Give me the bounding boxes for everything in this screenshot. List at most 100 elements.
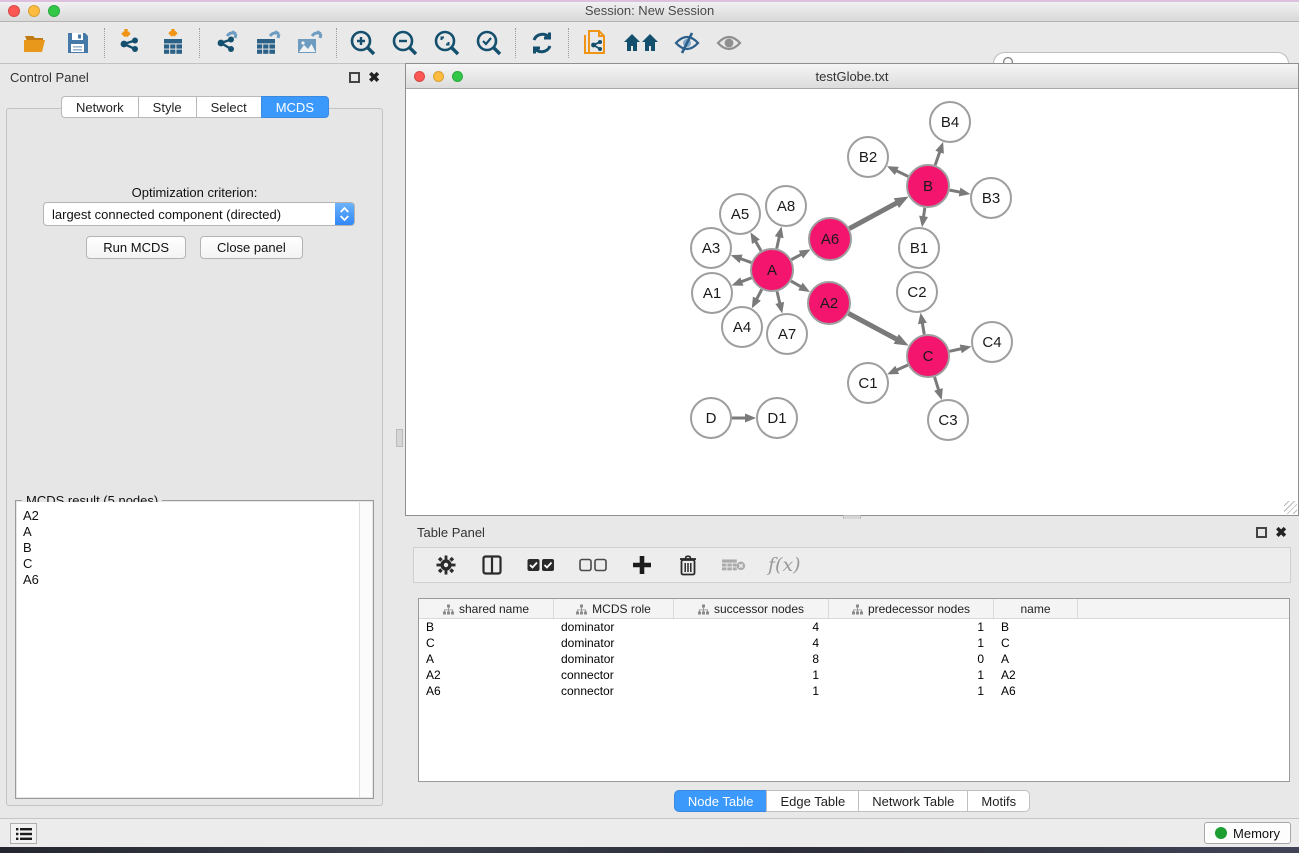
column-header-name[interactable]: name [994, 599, 1078, 619]
cell-MCDS-role[interactable]: dominator [554, 620, 674, 634]
cell-successor-nodes[interactable]: 4 [674, 636, 829, 650]
graph-node-D1[interactable]: D1 [757, 398, 797, 438]
export-network-icon[interactable] [212, 29, 240, 57]
graph-node-B[interactable]: B [907, 165, 949, 207]
edge-C-C3[interactable] [935, 377, 939, 390]
edge-C-C2[interactable] [922, 323, 924, 335]
table-row[interactable]: Cdominator41C [419, 635, 1289, 651]
node-table[interactable]: shared nameMCDS rolesuccessor nodesprede… [418, 598, 1290, 782]
cell-shared-name[interactable]: B [419, 620, 554, 634]
graph-node-C1[interactable]: C1 [848, 363, 888, 403]
edge-A-A2[interactable] [791, 281, 801, 287]
tab-node-table[interactable]: Node Table [674, 790, 767, 812]
result-item[interactable]: A [23, 524, 372, 540]
window-resize-grip[interactable] [1284, 501, 1297, 514]
network-window-titlebar[interactable]: testGlobe.txt [406, 64, 1298, 89]
delete-table-icon[interactable] [722, 553, 746, 577]
graph-node-A2[interactable]: A2 [808, 282, 850, 324]
edge-A-A5[interactable] [755, 241, 761, 251]
tab-style[interactable]: Style [138, 96, 196, 118]
tab-motifs[interactable]: Motifs [967, 790, 1030, 812]
minimize-window-button[interactable] [28, 5, 40, 17]
column-header-predecessor-nodes[interactable]: predecessor nodes [829, 599, 994, 619]
cell-name[interactable]: C [994, 636, 1078, 650]
result-item[interactable]: C [23, 556, 372, 572]
edge-A-A8[interactable] [777, 236, 780, 248]
edge-A6-B[interactable] [849, 203, 897, 229]
zoom-out-icon[interactable] [391, 29, 419, 57]
import-table-icon[interactable] [159, 29, 187, 57]
network-window-controls[interactable] [414, 71, 463, 82]
zoom-selected-icon[interactable] [475, 29, 503, 57]
table-row[interactable]: A6connector11A6 [419, 683, 1289, 699]
open-session-icon[interactable] [22, 29, 50, 57]
network-graph[interactable]: B4B2BB3A8A5A6A3B1AA1C2A2A4A7C4CC1C3DD1 [407, 90, 1299, 516]
graph-node-B3[interactable]: B3 [971, 178, 1011, 218]
table-row[interactable]: Bdominator41B [419, 619, 1289, 635]
edge-A2-C[interactable] [848, 313, 897, 339]
graph-node-C3[interactable]: C3 [928, 400, 968, 440]
cell-predecessor-nodes[interactable]: 1 [829, 620, 994, 634]
table-row[interactable]: A2connector11A2 [419, 667, 1289, 683]
network-minimize-button[interactable] [433, 71, 444, 82]
import-network-icon[interactable] [117, 29, 145, 57]
graph-node-B1[interactable]: B1 [899, 228, 939, 268]
tab-mcds[interactable]: MCDS [261, 96, 329, 118]
refresh-icon[interactable] [528, 29, 556, 57]
cell-predecessor-nodes[interactable]: 1 [829, 636, 994, 650]
graph-node-B4[interactable]: B4 [930, 102, 970, 142]
run-mcds-button[interactable]: Run MCDS [86, 236, 186, 259]
cell-name[interactable]: B [994, 620, 1078, 634]
graph-node-A5[interactable]: A5 [720, 194, 760, 234]
graph-node-A1[interactable]: A1 [692, 273, 732, 313]
result-item[interactable]: B [23, 540, 372, 556]
close-panel-icon[interactable]: ✖ [368, 72, 380, 83]
edge-A-A1[interactable] [741, 278, 752, 282]
graph-node-A4[interactable]: A4 [722, 307, 762, 347]
cell-MCDS-role[interactable]: connector [554, 668, 674, 682]
column-header-successor-nodes[interactable]: successor nodes [674, 599, 829, 619]
columns-icon[interactable] [480, 553, 504, 577]
optimization-criterion-dropdown[interactable]: largest connected component (directed) [43, 202, 355, 226]
cell-predecessor-nodes[interactable]: 1 [829, 684, 994, 698]
cell-shared-name[interactable]: A2 [419, 668, 554, 682]
graph-node-A[interactable]: A [751, 249, 793, 291]
edge-B-B2[interactable] [896, 170, 908, 176]
function-icon[interactable]: f(x) [768, 554, 801, 576]
edge-A-A7[interactable] [777, 291, 780, 303]
show-eye-icon[interactable] [715, 29, 743, 57]
export-table-icon[interactable] [254, 29, 282, 57]
edge-C-C1[interactable] [896, 365, 908, 370]
unchecked-boxes-icon[interactable] [578, 553, 608, 577]
hide-eye-icon[interactable] [673, 29, 701, 57]
column-header-shared-name[interactable]: shared name [419, 599, 554, 619]
task-history-button[interactable] [10, 823, 37, 844]
cell-MCDS-role[interactable]: connector [554, 684, 674, 698]
graph-node-A8[interactable]: A8 [766, 186, 806, 226]
save-session-icon[interactable] [64, 29, 92, 57]
graph-node-A7[interactable]: A7 [767, 314, 807, 354]
edge-B-B3[interactable] [950, 190, 961, 192]
close-panel-button[interactable]: Close panel [200, 236, 303, 259]
cell-shared-name[interactable]: A [419, 652, 554, 666]
graph-node-A6[interactable]: A6 [809, 218, 851, 260]
edge-B-B1[interactable] [923, 208, 924, 218]
graph-node-A3[interactable]: A3 [691, 228, 731, 268]
cell-predecessor-nodes[interactable]: 0 [829, 652, 994, 666]
network-snapshot-icon[interactable] [581, 29, 609, 57]
plus-icon[interactable] [630, 553, 654, 577]
tab-network[interactable]: Network [61, 96, 138, 118]
table-row[interactable]: Adominator80A [419, 651, 1289, 667]
window-controls[interactable] [8, 5, 60, 17]
graph-node-B2[interactable]: B2 [848, 137, 888, 177]
cell-shared-name[interactable]: C [419, 636, 554, 650]
edge-B-B4[interactable] [935, 151, 940, 165]
cell-name[interactable]: A2 [994, 668, 1078, 682]
zoom-fit-icon[interactable] [433, 29, 461, 57]
edge-A-A4[interactable] [756, 289, 761, 299]
graph-node-C[interactable]: C [907, 335, 949, 377]
table-close-panel-icon[interactable]: ✖ [1275, 527, 1287, 538]
graph-node-D[interactable]: D [691, 398, 731, 438]
result-scrollbar[interactable] [359, 502, 372, 797]
trash-icon[interactable] [676, 553, 700, 577]
